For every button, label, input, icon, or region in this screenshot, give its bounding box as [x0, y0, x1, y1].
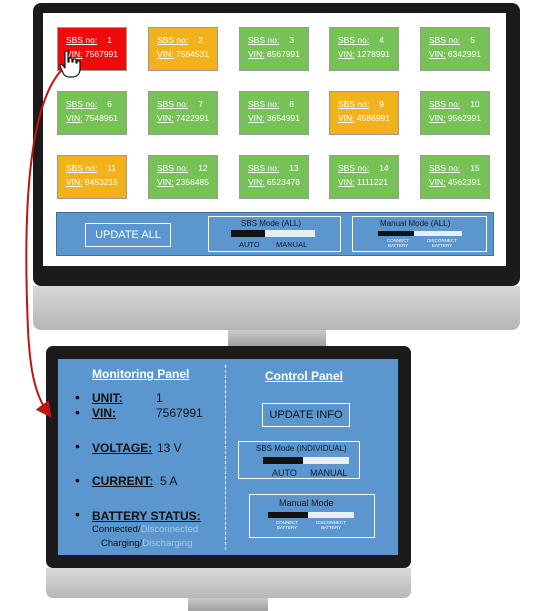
hand-pointer-icon — [59, 50, 81, 78]
curved-arrow-icon — [25, 62, 71, 418]
